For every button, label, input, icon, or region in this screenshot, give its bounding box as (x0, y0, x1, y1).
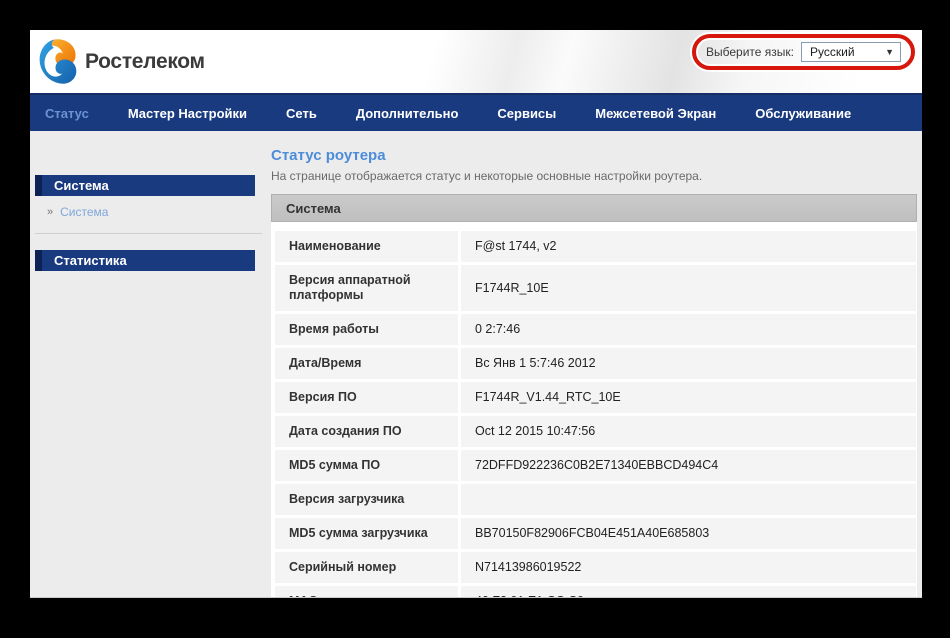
table-row: Серийный номер N71413986019522 (275, 552, 916, 583)
row-value (461, 484, 916, 515)
table-row: Версия ПО F1744R_V1.44_RTC_10E (275, 382, 916, 413)
table-row: MAC-адрес 40:F2:01:E1:CC:C9 (275, 586, 916, 597)
brand: Ростелеком (38, 38, 205, 86)
nav-item-services[interactable]: Сервисы (497, 106, 556, 121)
nav-item-wizard[interactable]: Мастер Настройки (128, 106, 247, 121)
nav-item-advanced[interactable]: Дополнительно (356, 106, 459, 121)
row-value: Oct 12 2015 10:47:56 (461, 416, 916, 447)
section-header-system: Система (271, 194, 917, 222)
row-label: Версия ПО (275, 382, 458, 413)
row-label: MAC-адрес (275, 586, 458, 597)
table-row: MD5 сумма ПО 72DFFD922236C0B2E71340EBBCD… (275, 450, 916, 481)
row-value: F1744R_V1.44_RTC_10E (461, 382, 916, 413)
page-title: Статус роутера (271, 147, 917, 164)
row-label: Версия аппаратной платформы (275, 265, 458, 311)
main-content: Статус роутера На странице отображается … (267, 131, 922, 597)
row-value: F1744R_10E (461, 265, 916, 311)
row-label: Версия загрузчика (275, 484, 458, 515)
row-value: 0 2:7:46 (461, 314, 916, 345)
row-value: 40:F2:01:E1:CC:C9 (461, 586, 916, 597)
nav-item-maintenance[interactable]: Обслуживание (755, 106, 851, 121)
brand-name: Ростелеком (85, 50, 205, 74)
red-highlight-annotation: Выберите язык: Русский ▼ (692, 34, 915, 70)
nav-item-status[interactable]: Статус (45, 106, 89, 121)
dropdown-arrow-icon: ▼ (885, 47, 894, 57)
router-admin-page: Ростелеком Выберите язык: Русский ▼ Стат… (30, 30, 922, 598)
sidebar-divider (35, 233, 262, 234)
page-description: На странице отображается статус и некото… (271, 169, 917, 183)
language-selected-value: Русский (810, 45, 855, 59)
row-label: Время работы (275, 314, 458, 345)
sidebar: Система » Система Статистика (30, 131, 267, 597)
table-row: Время работы 0 2:7:46 (275, 314, 916, 345)
table-row: Наименование F@st 1744, v2 (275, 231, 916, 262)
row-label: MD5 сумма загрузчика (275, 518, 458, 549)
row-label: Дата создания ПО (275, 416, 458, 447)
table-row: Дата создания ПО Oct 12 2015 10:47:56 (275, 416, 916, 447)
row-label: Серийный номер (275, 552, 458, 583)
sidebar-link-system[interactable]: Система (60, 205, 108, 219)
table-row: MD5 сумма загрузчика BB70150F82906FCB04E… (275, 518, 916, 549)
row-label: MD5 сумма ПО (275, 450, 458, 481)
page-header: Ростелеком Выберите язык: Русский ▼ (30, 30, 922, 93)
row-value: F@st 1744, v2 (461, 231, 916, 262)
table-row: Версия загрузчика (275, 484, 916, 515)
arrow-bullet-icon: » (47, 206, 53, 218)
table-row: Версия аппаратной платформы F1744R_10E (275, 265, 916, 311)
row-label: Наименование (275, 231, 458, 262)
row-value: BB70150F82906FCB04E451A40E685803 (461, 518, 916, 549)
main-nav: Статус Мастер Настройки Сеть Дополнитель… (30, 93, 922, 131)
sidebar-section-statistics: Статистика (35, 250, 255, 271)
language-label: Выберите язык: (706, 45, 794, 59)
sidebar-section-system: Система (35, 175, 255, 196)
table-row: Дата/Время Вс Янв 1 5:7:46 2012 (275, 348, 916, 379)
sidebar-item-system[interactable]: » Система (35, 205, 267, 219)
row-label: Дата/Время (275, 348, 458, 379)
system-info-table: Наименование F@st 1744, v2 Версия аппара… (271, 222, 917, 597)
nav-item-network[interactable]: Сеть (286, 106, 317, 121)
rostelecom-logo-icon (38, 38, 78, 86)
language-select[interactable]: Русский ▼ (801, 42, 901, 62)
nav-item-firewall[interactable]: Межсетевой Экран (595, 106, 716, 121)
row-value: Вс Янв 1 5:7:46 2012 (461, 348, 916, 379)
row-value: N71413986019522 (461, 552, 916, 583)
row-value: 72DFFD922236C0B2E71340EBBCD494C4 (461, 450, 916, 481)
